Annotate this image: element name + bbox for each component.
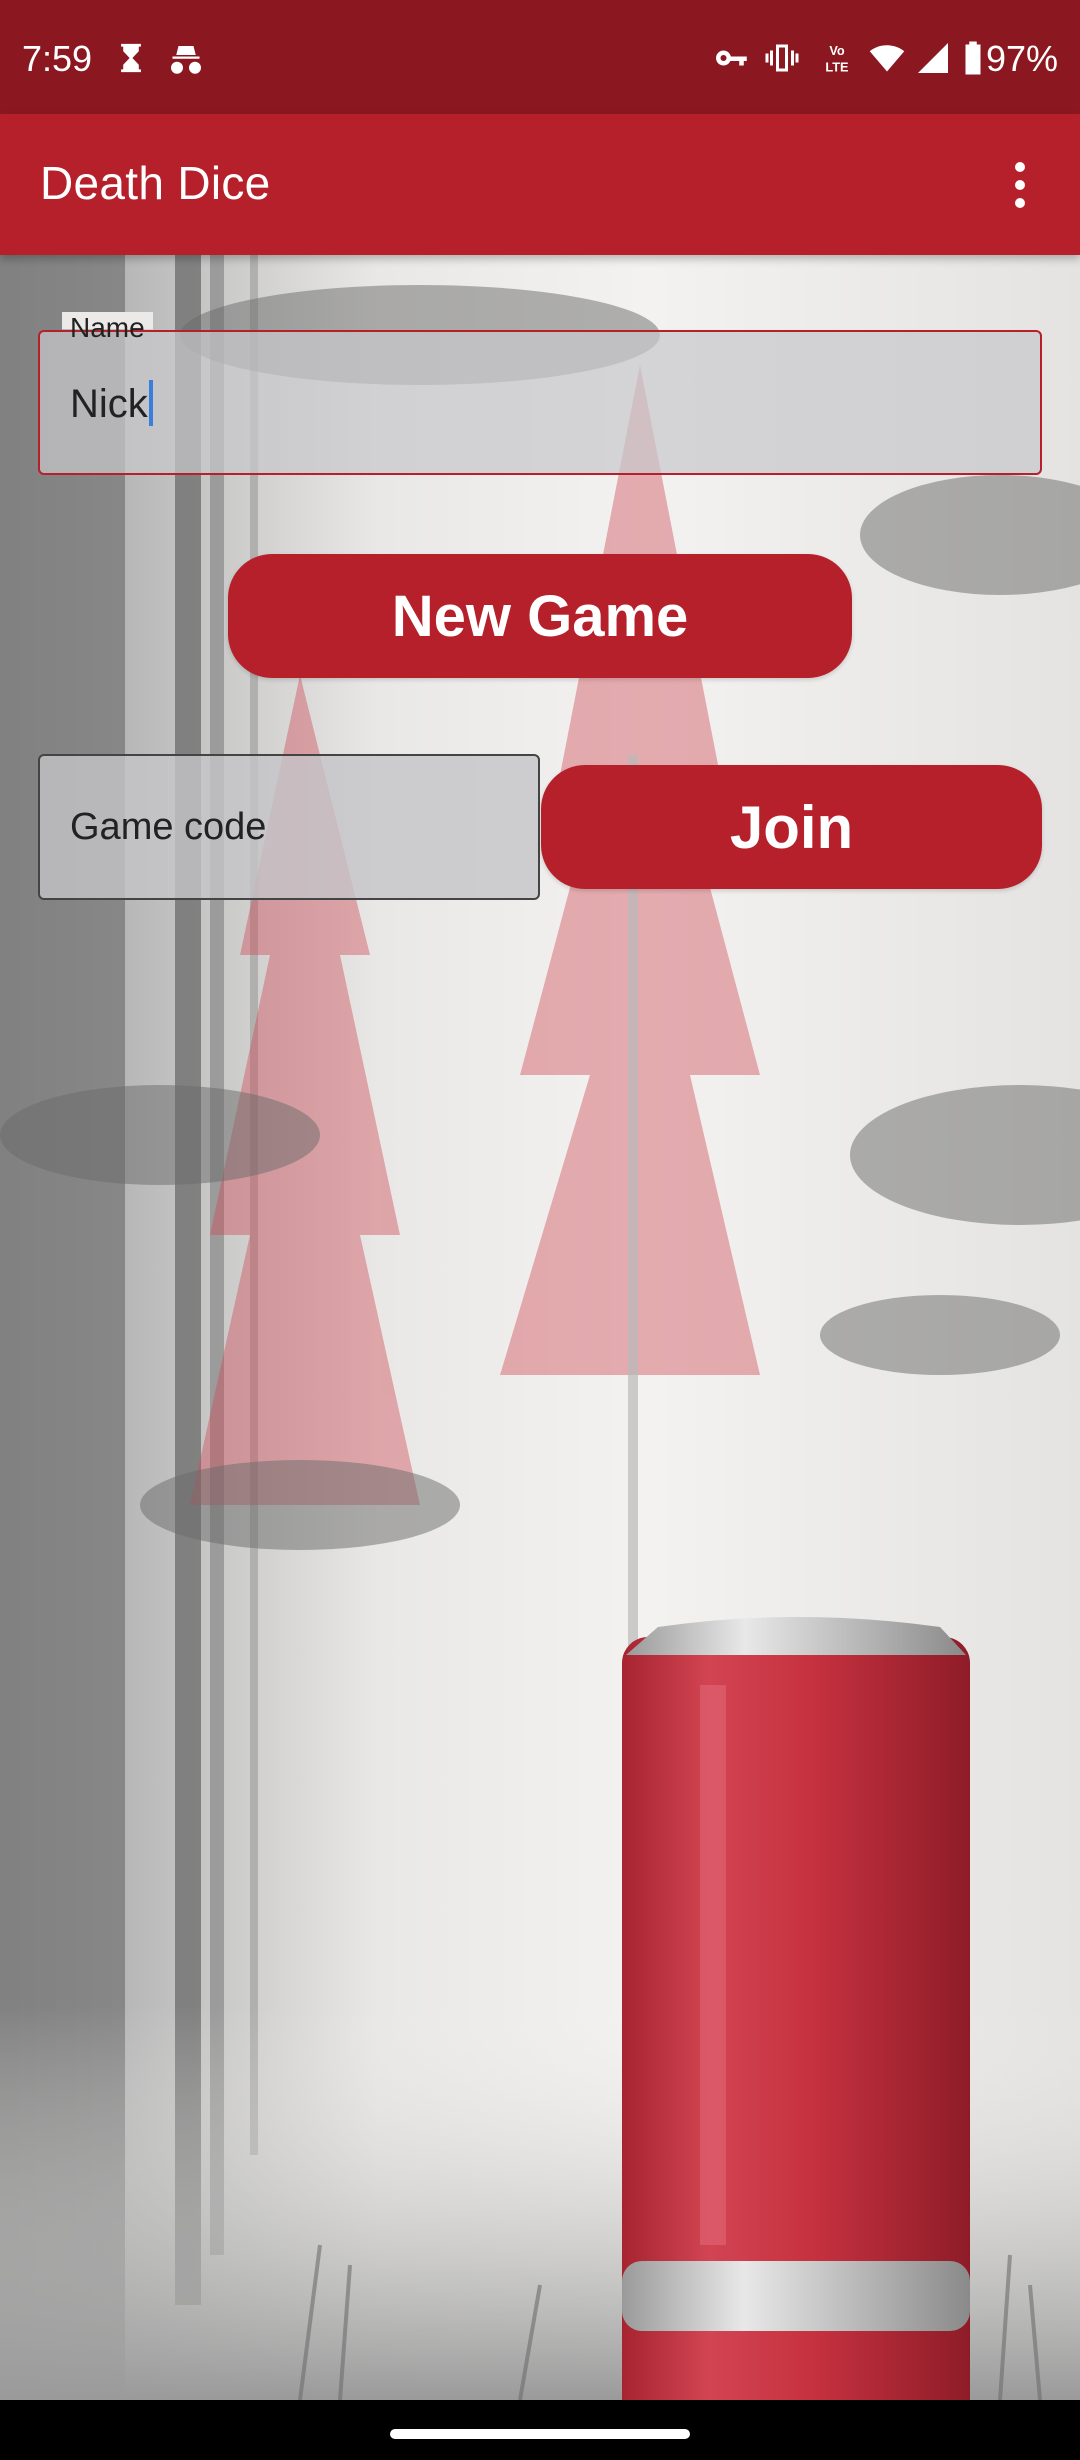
svg-text:LTE: LTE xyxy=(825,60,848,75)
status-time: 7:59 xyxy=(22,38,93,79)
battery-icon xyxy=(965,41,981,75)
name-value: Nick xyxy=(70,382,148,426)
more-vert-icon[interactable] xyxy=(980,142,1060,228)
status-bar: 7:59 Vo LTE 97% xyxy=(0,0,1080,114)
svg-text:Vo: Vo xyxy=(829,43,845,58)
wifi-icon xyxy=(869,45,905,72)
name-label: Name xyxy=(62,312,153,344)
game-code-placeholder: Game code xyxy=(70,806,267,848)
name-field[interactable]: Name Nick xyxy=(38,312,1042,475)
key-icon xyxy=(715,50,747,66)
text-cursor xyxy=(148,380,153,427)
app-title: Death Dice xyxy=(40,157,271,209)
red-can-image xyxy=(622,1617,970,2400)
join-button[interactable]: Join xyxy=(541,765,1042,889)
vibrate-icon xyxy=(765,44,799,72)
home-gesture-handle[interactable] xyxy=(390,2429,690,2439)
signal-icon xyxy=(918,43,948,73)
incognito-icon xyxy=(171,46,201,74)
new-game-button[interactable]: New Game xyxy=(228,554,852,678)
hourglass-icon xyxy=(121,43,141,73)
volte-icon: Vo LTE xyxy=(825,43,848,75)
name-input[interactable]: Nick xyxy=(70,380,153,427)
navigation-bar xyxy=(0,2400,1080,2460)
game-code-field[interactable]: Game code xyxy=(38,754,540,900)
app-bar: Death Dice xyxy=(0,114,1080,255)
battery-percent: 97% xyxy=(985,38,1058,79)
